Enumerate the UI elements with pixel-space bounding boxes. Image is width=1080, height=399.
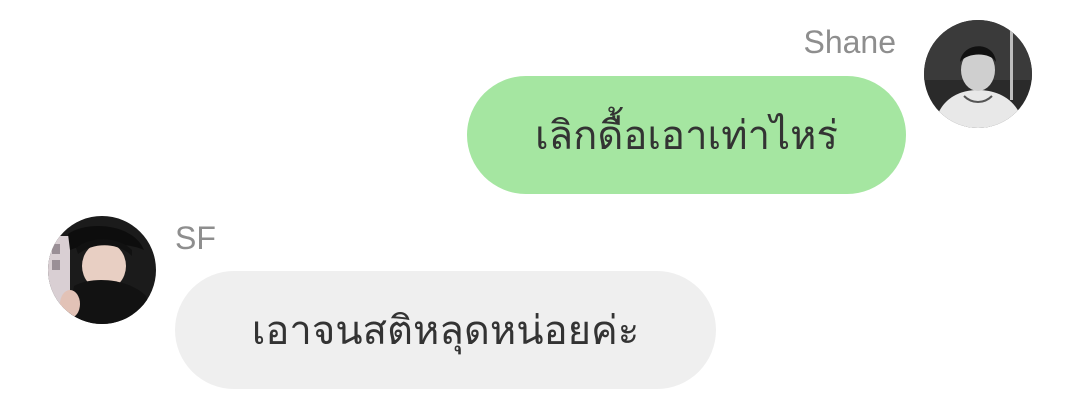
chat-thread: Shane เลิกดื้อเอาเท่าไหร่ SF เอาจนสติหลุ… (0, 0, 1080, 399)
message-bubble-incoming[interactable]: เอาจนสติหลุดหน่อยค่ะ (175, 271, 716, 389)
shane-avatar[interactable] (924, 20, 1032, 128)
avatar-photo-icon (924, 20, 1032, 128)
message-bubble-outgoing[interactable]: เลิกดื้อเอาเท่าไหร่ (467, 76, 906, 194)
sender-name-shane: Shane (803, 24, 896, 60)
avatar-photo-icon (48, 216, 156, 324)
sf-avatar[interactable] (48, 216, 156, 324)
sender-name-sf: SF (175, 220, 216, 256)
